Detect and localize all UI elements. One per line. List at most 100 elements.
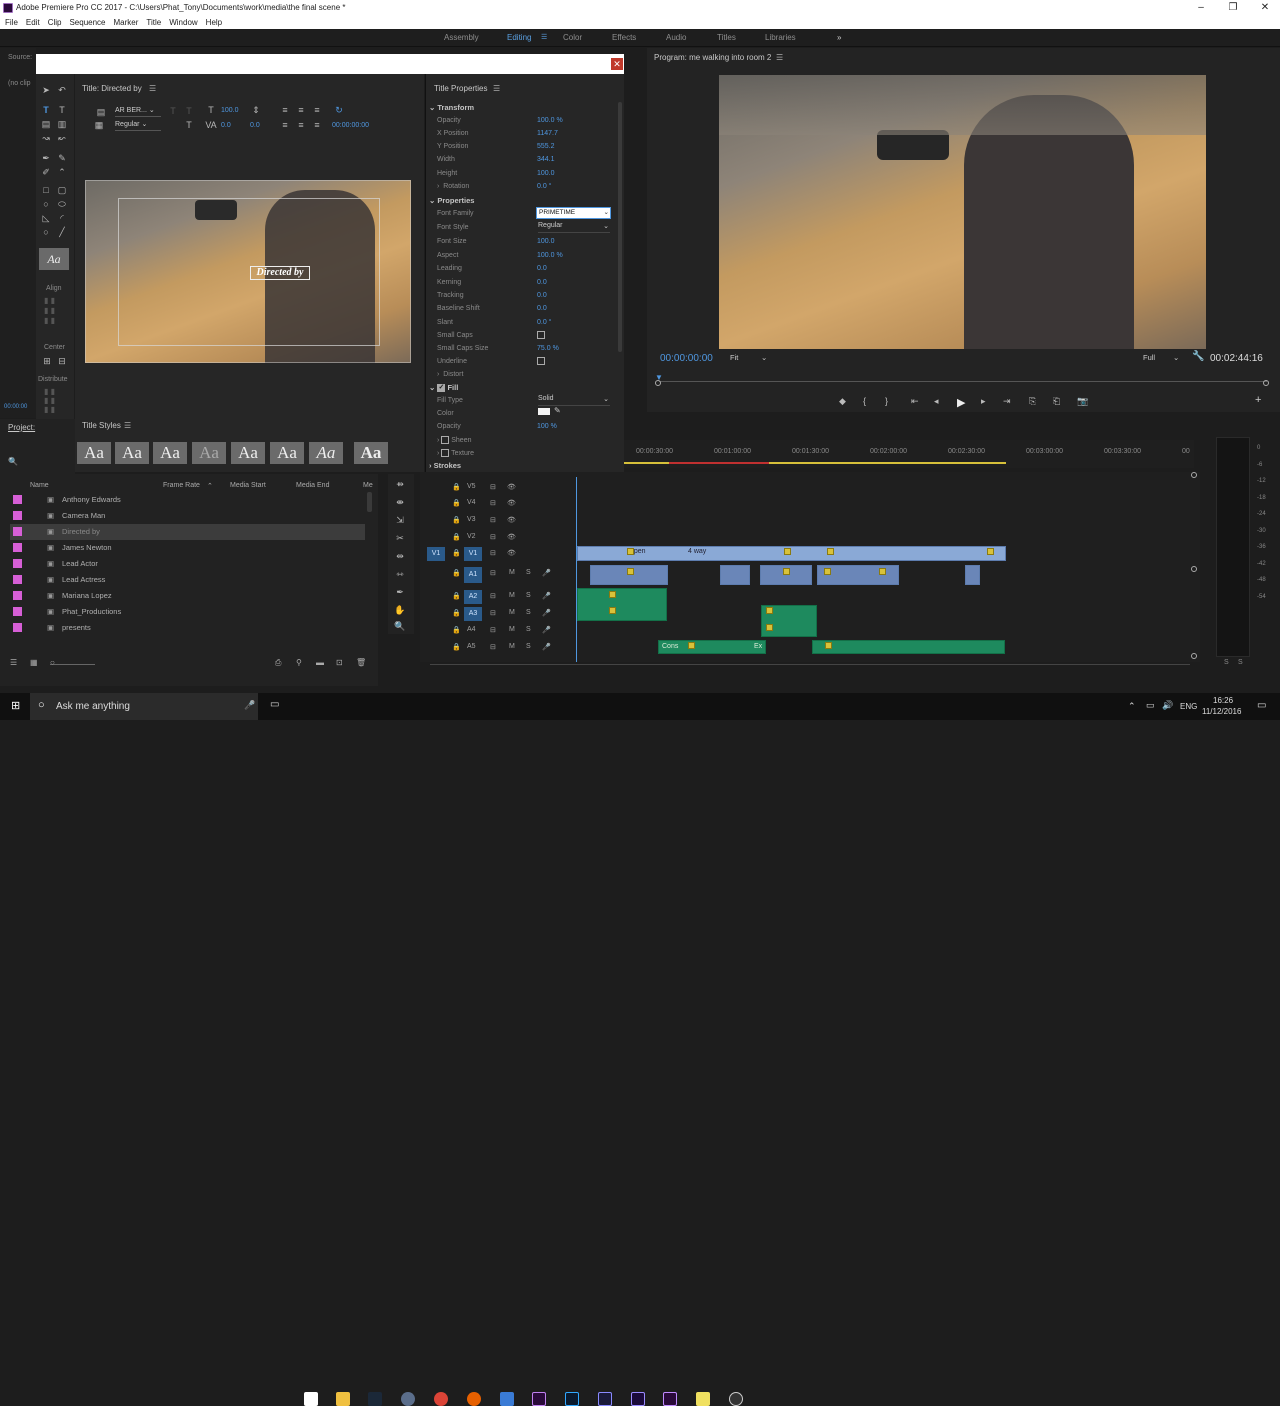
- zoom-icon[interactable]: 🔍: [394, 620, 406, 632]
- program-quality-dropdown[interactable]: Full ⌄: [1143, 352, 1185, 364]
- chrome-icon[interactable]: [434, 1392, 448, 1406]
- eye-icon[interactable]: 👁: [507, 533, 516, 541]
- new-item-icon[interactable]: ⊡: [336, 658, 343, 667]
- mic-icon[interactable]: 🎤: [542, 592, 551, 600]
- style-swatch-3[interactable]: Aa: [153, 442, 187, 464]
- sheen-row[interactable]: › Sheen: [437, 436, 471, 444]
- menu-sequence[interactable]: Sequence: [66, 16, 108, 29]
- center-vertical-icon[interactable]: ⊟: [56, 355, 68, 367]
- project-search-icon[interactable]: 🔍: [8, 457, 18, 466]
- solo-button[interactable]: S: [526, 609, 531, 616]
- rectangle-tool-icon[interactable]: □: [40, 184, 52, 196]
- col-name[interactable]: Name: [30, 482, 49, 489]
- steam-icon[interactable]: [368, 1392, 382, 1406]
- program-scroll-start[interactable]: [655, 380, 661, 386]
- mute-button[interactable]: M: [509, 643, 515, 650]
- mute-button[interactable]: M: [509, 569, 515, 576]
- arc-tool-icon[interactable]: ◜: [56, 212, 68, 224]
- font-style-dropdown[interactable]: Regular ⌄: [115, 120, 161, 131]
- style-swatch-icon[interactable]: Aa: [39, 248, 69, 270]
- project-item[interactable]: ▣ Lead Actor: [10, 556, 365, 572]
- align-center-icon[interactable]: ≡: [295, 104, 307, 116]
- vertical-type-tool-icon[interactable]: T: [56, 104, 68, 116]
- taskbar-search-box[interactable]: ○ Ask me anything 🎤: [30, 693, 258, 720]
- solo-button[interactable]: S: [526, 569, 531, 576]
- timeline-vscroll[interactable]: [1191, 472, 1197, 660]
- project-scrollbar[interactable]: [367, 492, 372, 512]
- tab-stops-icon[interactable]: ≡: [279, 119, 291, 131]
- tab-stops-3-icon[interactable]: ≡: [311, 119, 323, 131]
- fill-checkbox[interactable]: ✓: [437, 384, 446, 393]
- play-icon[interactable]: ▶: [957, 396, 965, 409]
- eye-icon[interactable]: 👁: [507, 549, 516, 557]
- properties-scrollbar[interactable]: [618, 102, 622, 352]
- new-bin-icon[interactable]: ▬: [316, 658, 324, 667]
- properties-section[interactable]: ⌄ Properties: [429, 196, 474, 205]
- mic-icon[interactable]: 🎤: [542, 569, 551, 577]
- add-marker-icon[interactable]: ◆: [839, 396, 846, 407]
- font-size-value[interactable]: 100.0: [221, 107, 239, 114]
- meter-solo-left[interactable]: S: [1224, 659, 1229, 666]
- sync-lock-icon[interactable]: ⊟: [490, 549, 496, 557]
- width-value[interactable]: 344.1: [537, 156, 555, 163]
- project-item[interactable]: ▣ Lead Actress: [10, 572, 365, 588]
- sync-lock-icon[interactable]: ⊟: [490, 499, 496, 507]
- add-anchor-tool-icon[interactable]: ✎: [56, 152, 68, 164]
- automate-sequence-icon[interactable]: ⎙: [275, 658, 281, 668]
- lock-icon[interactable]: 🔒: [452, 516, 461, 524]
- vscroll-top-handle[interactable]: [1191, 472, 1197, 478]
- microphone-icon[interactable]: 🎤: [244, 700, 255, 711]
- language-indicator[interactable]: ENG: [1180, 702, 1197, 711]
- roll-crawl-icon[interactable]: ▤: [95, 106, 107, 118]
- vertical-path-type-tool-icon[interactable]: ↜: [56, 132, 68, 144]
- distribute-buttons[interactable]: ▮ ▮ ▮ ▮ ▮ ▮: [44, 387, 66, 417]
- align-buttons[interactable]: ▮ ▮ ▮ ▮ ▮ ▮: [44, 296, 66, 336]
- project-item[interactable]: ▣ presents: [10, 620, 365, 636]
- track-header-v2[interactable]: 🔒 V2 ⊟ 👁: [440, 533, 580, 545]
- minimize-icon[interactable]: –: [1190, 0, 1212, 16]
- tray-overflow-icon[interactable]: ⌃: [1128, 701, 1136, 712]
- title-properties-menu-icon[interactable]: ☰: [493, 84, 500, 93]
- leading-value[interactable]: 0.0: [250, 122, 260, 129]
- fill-type-select[interactable]: Solid ⌄: [538, 395, 610, 406]
- menu-help[interactable]: Help: [203, 16, 225, 29]
- settings-app-icon[interactable]: [729, 1392, 743, 1406]
- workspace-menu-icon[interactable]: ☰: [541, 29, 547, 47]
- close-title-designer-icon[interactable]: ✕: [611, 58, 623, 70]
- mute-button[interactable]: M: [509, 626, 515, 633]
- sync-lock-icon[interactable]: ⊟: [490, 643, 496, 651]
- mic-icon[interactable]: 🎤: [542, 643, 551, 651]
- clipped-corner-tool-icon[interactable]: ○: [40, 198, 52, 210]
- sync-lock-icon[interactable]: ⊟: [490, 516, 496, 524]
- sticky-notes-icon[interactable]: [696, 1392, 710, 1406]
- app-icon[interactable]: [401, 1392, 415, 1406]
- col-me[interactable]: Me: [363, 482, 373, 489]
- rotation-tool-icon[interactable]: ↶: [56, 84, 68, 96]
- track-select-forward-icon[interactable]: ⇻: [394, 478, 406, 490]
- track-header-a5[interactable]: 🔒 A5 ⊟ M S 🎤: [440, 643, 580, 657]
- media-encoder-icon[interactable]: [598, 1392, 612, 1406]
- workspace-titles[interactable]: Titles: [717, 29, 736, 47]
- list-view-icon[interactable]: ☰: [10, 658, 17, 667]
- line-tool-icon[interactable]: ╱: [56, 226, 68, 238]
- eyedropper-icon[interactable]: ✎: [554, 406, 561, 415]
- ripple-edit-icon[interactable]: ⇼: [394, 496, 406, 508]
- height-value[interactable]: 100.0: [537, 170, 555, 177]
- vscroll-bottom-handle[interactable]: [1191, 653, 1197, 659]
- menu-title[interactable]: Title: [143, 16, 164, 29]
- track-header-a3[interactable]: 🔒 A3 ⊟ M S 🎤: [440, 607, 580, 623]
- clear-icon[interactable]: 🗑: [356, 658, 366, 667]
- find-icon[interactable]: ⚲: [296, 658, 302, 667]
- razor-icon[interactable]: ✂: [394, 532, 406, 544]
- restore-icon[interactable]: ❐: [1222, 0, 1244, 16]
- slide-icon[interactable]: ⇿: [394, 568, 406, 580]
- program-playhead-timecode[interactable]: 00:00:00:00: [660, 353, 713, 364]
- tab-stops-2-icon[interactable]: ≡: [295, 119, 307, 131]
- font-style-select[interactable]: Regular ⌄: [538, 222, 610, 233]
- texture-row[interactable]: › Texture: [437, 449, 474, 457]
- workspace-assembly[interactable]: Assembly: [444, 29, 479, 47]
- a2-a3-clip[interactable]: [577, 588, 667, 621]
- font-family-chevron-icon[interactable]: ⌄: [604, 208, 609, 218]
- solo-button[interactable]: S: [526, 626, 531, 633]
- align-left-icon[interactable]: ≡: [279, 104, 291, 116]
